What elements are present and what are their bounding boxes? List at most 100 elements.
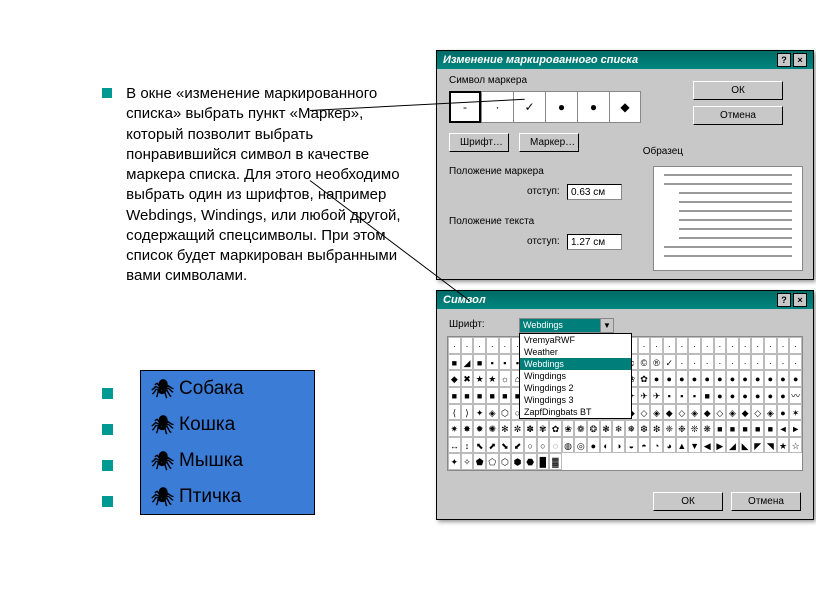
font-option[interactable]: Weather	[520, 346, 631, 358]
symbol-cell[interactable]: ●	[587, 437, 600, 454]
symbol-cell[interactable]: ◈	[688, 404, 701, 421]
symbol-cell[interactable]: ⬟	[473, 453, 486, 470]
symbol-cell[interactable]: ▪	[676, 387, 689, 404]
symbol-cell[interactable]: ◢	[726, 437, 739, 454]
symbol-cell[interactable]: ●	[739, 370, 752, 387]
symbol-cell[interactable]: ·	[714, 337, 727, 354]
ok-button[interactable]: ОК	[693, 81, 783, 100]
symbol-cell[interactable]: ·	[739, 337, 752, 354]
symbol-cell[interactable]: ◆	[701, 404, 714, 421]
symbol-cell[interactable]: ▪	[486, 354, 499, 371]
symbol-cell[interactable]: ↕	[461, 437, 474, 454]
symbol-cell[interactable]: ·	[726, 337, 739, 354]
symbol-cell[interactable]: ❂	[587, 420, 600, 437]
symbol-cell[interactable]: ▪	[688, 387, 701, 404]
symbol-cell[interactable]: ✿	[638, 370, 651, 387]
symbol-cell[interactable]: 〰	[789, 387, 802, 404]
dlg2-titlebar[interactable]: Символ ? ×	[437, 291, 813, 309]
font-dropdown-list[interactable]: VremyaRWFWeatherWebdingsWingdingsWingdin…	[519, 333, 632, 419]
symbol-cell[interactable]: ■	[448, 387, 461, 404]
symbol-cell[interactable]: ✧	[461, 453, 474, 470]
font-option[interactable]: VremyaRWF	[520, 334, 631, 346]
symbol-cell[interactable]: ●	[701, 370, 714, 387]
symbol-cell[interactable]: ·	[701, 337, 714, 354]
symbol-cell[interactable]: ✈	[638, 387, 651, 404]
symbol-cell[interactable]: ◎	[574, 437, 587, 454]
font-option[interactable]: ZapfDingbats BT	[520, 406, 631, 418]
symbol-cell[interactable]: ✷	[448, 420, 461, 437]
symbol-cell[interactable]: ❃	[600, 420, 613, 437]
close-icon[interactable]: ×	[793, 293, 807, 307]
symbol-cell[interactable]: ✶	[789, 404, 802, 421]
symbol-cell[interactable]: ■	[473, 354, 486, 371]
symbol-cell[interactable]: ⬡	[499, 404, 512, 421]
symbol-cell[interactable]: ·	[751, 354, 764, 371]
symbol-cell[interactable]: ●	[777, 404, 790, 421]
cancel-button[interactable]: Отмена	[693, 106, 783, 125]
symbol-cell[interactable]: ✓	[663, 354, 676, 371]
symbol-cell[interactable]: ◈	[650, 404, 663, 421]
font-dropdown[interactable]: Webdings ▼	[519, 318, 614, 333]
symbol-cell[interactable]: ✼	[511, 420, 524, 437]
symbol-cell[interactable]: ●	[789, 370, 802, 387]
symbol-cell[interactable]: ●	[726, 370, 739, 387]
symbol-cell[interactable]: ○	[524, 437, 537, 454]
symbol-cell[interactable]: ⬉	[473, 437, 486, 454]
symbol-cell[interactable]: ●	[739, 387, 752, 404]
close-icon[interactable]: ×	[793, 53, 807, 67]
symbol-cell[interactable]: ★	[777, 437, 790, 454]
symbol-cell[interactable]: ·	[688, 337, 701, 354]
symbol-cell[interactable]: ◆	[448, 370, 461, 387]
symbol-cell[interactable]: ⬢	[511, 453, 524, 470]
symbol-cell[interactable]: ❅	[625, 420, 638, 437]
symbol-cell[interactable]: ○	[537, 437, 550, 454]
symbol-cell[interactable]: ■	[499, 387, 512, 404]
marker-option[interactable]: ●	[545, 91, 577, 123]
symbol-cell[interactable]: ✾	[537, 420, 550, 437]
symbol-cell[interactable]: ◐	[600, 437, 613, 454]
symbol-cell[interactable]: ✺	[486, 420, 499, 437]
symbol-cell[interactable]: ®	[650, 354, 663, 371]
symbol-cell[interactable]: ◕	[663, 437, 676, 454]
symbol-cell[interactable]: ▲	[676, 437, 689, 454]
symbol-cell[interactable]: ◈	[486, 404, 499, 421]
symbol-cell[interactable]: ·	[777, 354, 790, 371]
symbol-cell[interactable]: ·	[663, 337, 676, 354]
symbol-cell[interactable]: ❊	[688, 420, 701, 437]
indent2-input[interactable]	[567, 234, 622, 250]
symbol-cell[interactable]: ●	[688, 370, 701, 387]
symbol-cell[interactable]: ■	[764, 420, 777, 437]
indent1-input[interactable]	[567, 184, 622, 200]
symbol-cell[interactable]: ·	[764, 354, 777, 371]
symbol-cell[interactable]: ★	[473, 370, 486, 387]
symbol-cell[interactable]: ·	[638, 337, 651, 354]
symbol-cell[interactable]: ✽	[524, 420, 537, 437]
symbol-cell[interactable]: ·	[726, 354, 739, 371]
symbol-cell[interactable]: ●	[777, 387, 790, 404]
symbol-cell[interactable]: ☼	[499, 370, 512, 387]
symbol-cell[interactable]: ■	[726, 420, 739, 437]
symbol-cell[interactable]: ■	[714, 420, 727, 437]
symbol-cell[interactable]: ●	[676, 370, 689, 387]
symbol-cell[interactable]: ■	[473, 387, 486, 404]
symbol-cell[interactable]: ❈	[663, 420, 676, 437]
symbol-cell[interactable]: ◈	[726, 404, 739, 421]
symbol-cell[interactable]: ⬊	[499, 437, 512, 454]
dlg1-titlebar[interactable]: Изменение маркированного списка ? ×	[437, 51, 813, 69]
marker-option[interactable]: ·	[481, 91, 513, 123]
symbol-cell[interactable]: ❁	[574, 420, 587, 437]
symbol-cell[interactable]: ⟨	[448, 404, 461, 421]
symbol-cell[interactable]: ◇	[714, 404, 727, 421]
symbol-cell[interactable]: ■	[739, 420, 752, 437]
symbol-cell[interactable]: ·	[461, 337, 474, 354]
symbol-cell[interactable]: ◆	[663, 404, 676, 421]
symbol-cell[interactable]: ✻	[499, 420, 512, 437]
symbol-cell[interactable]: ·	[676, 337, 689, 354]
symbol-cell[interactable]: ·	[499, 337, 512, 354]
symbol-cell[interactable]: ◇	[638, 404, 651, 421]
symbol-cell[interactable]: ◔	[650, 437, 663, 454]
help-icon[interactable]: ?	[777, 293, 791, 307]
symbol-cell[interactable]: ☆	[789, 437, 802, 454]
symbol-cell[interactable]: ●	[777, 370, 790, 387]
symbol-cell[interactable]: ✿	[549, 420, 562, 437]
